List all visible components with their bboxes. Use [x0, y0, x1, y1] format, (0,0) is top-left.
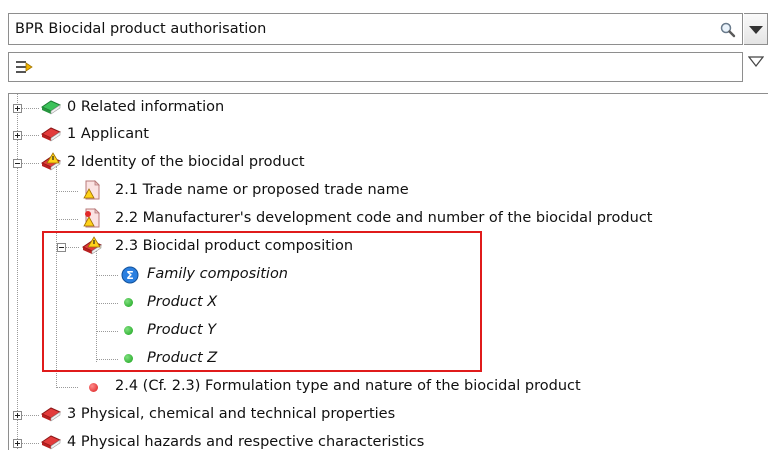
- tree-connector: [21, 163, 39, 164]
- tree-connector: [56, 387, 78, 388]
- tree-connector: [56, 219, 78, 220]
- filter-bar[interactable]: [8, 52, 743, 82]
- tree-connector: [21, 415, 39, 416]
- tree-item-label: 2.2 Manufacturer's development code and …: [115, 210, 653, 226]
- status-error-icon: [89, 383, 98, 392]
- template-select-value: BPR Biocidal product authorisation: [15, 21, 267, 37]
- expand-icon[interactable]: [13, 131, 22, 140]
- tree-item-label: 2 Identity of the biocidal product: [67, 154, 305, 170]
- filter-menu-icon[interactable]: [748, 56, 764, 68]
- filter-icon[interactable]: [15, 59, 33, 75]
- tree-item-label: 1 Applicant: [67, 126, 149, 142]
- tree-item-label: 2.4 (Cf. 2.3) Formulation type and natur…: [115, 378, 581, 394]
- highlight-box: [42, 231, 482, 372]
- tree-item-label: 0 Related information: [67, 99, 225, 115]
- search-icon[interactable]: [719, 21, 737, 39]
- green-book-icon: [40, 100, 62, 115]
- dropdown-button[interactable]: [744, 13, 768, 45]
- tree-connector: [21, 108, 39, 109]
- expand-icon[interactable]: [13, 411, 22, 420]
- chevron-down-icon: [749, 26, 763, 34]
- template-select-field[interactable]: BPR Biocidal product authorisation: [8, 13, 743, 45]
- tree-item-label: 3 Physical, chemical and technical prope…: [67, 406, 396, 422]
- expand-icon[interactable]: [13, 104, 22, 113]
- tree-item-label: 4 Physical hazards and respective charac…: [67, 434, 425, 450]
- expand-icon[interactable]: [13, 439, 22, 448]
- document-error-icon: [83, 208, 100, 228]
- tree-connector: [17, 94, 18, 450]
- red-book-icon: [40, 407, 62, 422]
- red-book-icon: [40, 435, 62, 450]
- template-select[interactable]: BPR Biocidal product authorisation: [8, 13, 768, 47]
- tree-connector: [56, 191, 78, 192]
- tree-connector: [21, 135, 39, 136]
- tree-connector: [21, 443, 39, 444]
- red-book-warning-icon: [40, 152, 62, 171]
- document-warning-icon: [83, 180, 100, 200]
- red-book-icon: [40, 127, 62, 142]
- collapse-icon[interactable]: [13, 159, 22, 168]
- tree-item-label: 2.1 Trade name or proposed trade name: [115, 182, 409, 198]
